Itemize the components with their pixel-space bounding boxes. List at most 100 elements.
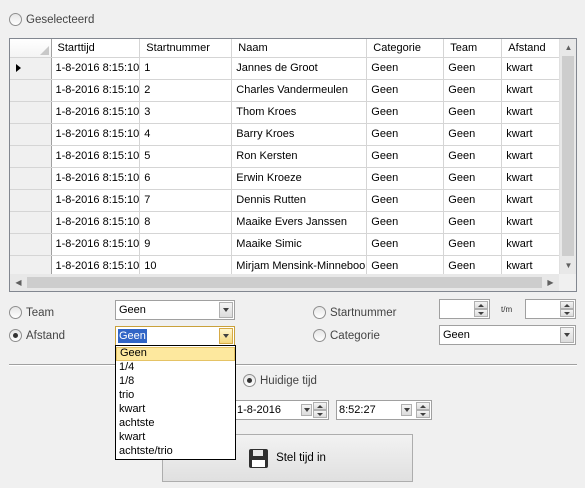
row-header[interactable]: [10, 123, 52, 146]
table-cell[interactable]: Geen: [366, 189, 445, 212]
column-header-naam[interactable]: Naam: [231, 39, 368, 58]
table-cell[interactable]: kwart: [501, 57, 563, 80]
categorie-combobox[interactable]: Geen: [439, 325, 576, 345]
chevron-down-icon[interactable]: [219, 302, 233, 318]
row-header[interactable]: [10, 57, 52, 80]
table-cell[interactable]: 8: [139, 211, 233, 234]
table-cell[interactable]: 1-8-2016 8:15:10: [51, 233, 141, 256]
table-row[interactable]: 1-8-2016 8:15:10 4 Barry Kroes Geen Geen kwar…: [10, 123, 563, 146]
table-cell[interactable]: Charles Vandermeulen: [231, 79, 368, 102]
table-cell[interactable]: 6: [139, 167, 233, 190]
table-row[interactable]: 1-8-2016 8:15:10 7 Dennis Rutten Geen Geen kw…: [10, 189, 563, 212]
date-picker[interactable]: 1-8-2016: [234, 400, 329, 420]
table-cell[interactable]: kwart: [501, 167, 563, 190]
chevron-down-icon[interactable]: [560, 327, 574, 343]
grid-corner-header[interactable]: [10, 39, 52, 58]
table-cell[interactable]: Thom Kroes: [231, 101, 368, 124]
table-cell[interactable]: Geen: [366, 167, 445, 190]
spin-up-icon[interactable]: [560, 301, 574, 309]
table-cell[interactable]: Geen: [443, 57, 503, 80]
table-cell[interactable]: 1-8-2016 8:15:10: [51, 145, 141, 168]
startnummer-to-updown[interactable]: [525, 299, 576, 319]
table-row[interactable]: 1-8-2016 8:15:10 1 Jannes de Groot Geen Geen…: [10, 57, 563, 80]
dropdown-option[interactable]: achtste/trio: [116, 445, 235, 459]
table-cell[interactable]: Geen: [443, 101, 503, 124]
table-cell[interactable]: 1-8-2016 8:15:10: [51, 57, 141, 80]
table-cell[interactable]: 2: [139, 79, 233, 102]
table-cell[interactable]: 1-8-2016 8:15:10: [51, 167, 141, 190]
table-cell[interactable]: kwart: [501, 189, 563, 212]
table-cell[interactable]: 3: [139, 101, 233, 124]
scroll-up-icon[interactable]: ▲: [560, 39, 576, 56]
dropdown-option[interactable]: kwart: [116, 431, 235, 445]
afstand-radio[interactable]: Afstand: [9, 329, 65, 342]
spin-down-icon[interactable]: [474, 309, 488, 317]
row-header[interactable]: [10, 167, 52, 190]
table-row[interactable]: 1-8-2016 8:15:10 3 Thom Kroes Geen Geen kwart: [10, 101, 563, 124]
table-cell[interactable]: Geen: [366, 211, 445, 234]
grid-horizontal-scrollbar[interactable]: ◀ ▶: [10, 274, 576, 291]
column-header-starttijd[interactable]: Starttijd: [51, 39, 141, 58]
grid-vertical-scrollbar[interactable]: ▲ ▼: [559, 39, 576, 274]
table-cell[interactable]: 1-8-2016 8:15:10: [51, 123, 141, 146]
table-cell[interactable]: Jannes de Groot: [231, 57, 368, 80]
table-cell[interactable]: Geen: [366, 57, 445, 80]
table-cell[interactable]: kwart: [501, 101, 563, 124]
table-cell[interactable]: kwart: [501, 79, 563, 102]
spinner[interactable]: [560, 301, 574, 317]
table-cell[interactable]: Geen: [443, 211, 503, 234]
scroll-left-icon[interactable]: ◀: [10, 274, 27, 291]
table-cell[interactable]: kwart: [501, 233, 563, 256]
spin-down-icon[interactable]: [416, 410, 430, 418]
table-cell[interactable]: kwart: [501, 211, 563, 234]
vertical-scroll-thumb[interactable]: [562, 56, 574, 256]
table-cell[interactable]: Maaike Simic: [231, 233, 368, 256]
table-cell[interactable]: Geen: [443, 189, 503, 212]
table-cell[interactable]: Geen: [443, 145, 503, 168]
afstand-dropdown-list[interactable]: Geen 1/4 1/8 trio kwart achtste kwart achtste/t…: [115, 345, 236, 460]
huidige-tijd-radio[interactable]: Huidige tijd: [243, 374, 317, 387]
table-row[interactable]: 1-8-2016 8:15:10 5 Ron Kersten Geen Geen kwar…: [10, 145, 563, 168]
table-cell[interactable]: Barry Kroes: [231, 123, 368, 146]
row-header[interactable]: [10, 79, 52, 102]
row-header[interactable]: [10, 211, 52, 234]
table-cell[interactable]: Maaike Evers Janssen: [231, 211, 368, 234]
time-picker[interactable]: 8:52:27: [336, 400, 432, 420]
table-cell[interactable]: Geen: [366, 233, 445, 256]
table-cell[interactable]: 1-8-2016 8:15:10: [51, 79, 141, 102]
spin-down-icon[interactable]: [560, 309, 574, 317]
date-spinner[interactable]: [313, 402, 327, 418]
spin-up-icon[interactable]: [474, 301, 488, 309]
row-header[interactable]: [10, 101, 52, 124]
afstand-combobox[interactable]: Geen: [115, 326, 235, 346]
team-combobox[interactable]: Geen: [115, 300, 235, 320]
table-cell[interactable]: 1: [139, 57, 233, 80]
table-cell[interactable]: Dennis Rutten: [231, 189, 368, 212]
participants-grid[interactable]: Starttijd Startnummer Naam Categorie Team Afs…: [9, 38, 577, 292]
table-cell[interactable]: Geen: [443, 123, 503, 146]
column-header-startnummer[interactable]: Startnummer: [139, 39, 233, 58]
table-cell[interactable]: Geen: [366, 101, 445, 124]
table-cell[interactable]: Geen: [443, 167, 503, 190]
scroll-down-icon[interactable]: ▼: [560, 257, 576, 274]
column-header-categorie[interactable]: Categorie: [366, 39, 445, 58]
table-cell[interactable]: kwart: [501, 145, 563, 168]
row-header[interactable]: [10, 145, 52, 168]
table-cell[interactable]: 1-8-2016 8:15:10: [51, 211, 141, 234]
table-cell[interactable]: Geen: [366, 79, 445, 102]
table-cell[interactable]: 1-8-2016 8:15:10: [51, 189, 141, 212]
horizontal-scroll-thumb[interactable]: [27, 277, 542, 288]
scroll-right-icon[interactable]: ▶: [542, 274, 559, 291]
dropdown-option[interactable]: 1/4: [116, 361, 235, 375]
table-cell[interactable]: 4: [139, 123, 233, 146]
table-cell[interactable]: Geen: [366, 123, 445, 146]
dropdown-option[interactable]: Geen: [116, 347, 235, 361]
table-cell[interactable]: 7: [139, 189, 233, 212]
startnummer-from-updown[interactable]: [439, 299, 490, 319]
table-cell[interactable]: Geen: [443, 233, 503, 256]
table-cell[interactable]: 1-8-2016 8:15:10: [51, 101, 141, 124]
spin-up-icon[interactable]: [313, 402, 327, 410]
table-cell[interactable]: Erwin Kroeze: [231, 167, 368, 190]
row-header[interactable]: [10, 189, 52, 212]
table-row[interactable]: 1-8-2016 8:15:10 6 Erwin Kroeze Geen Geen kwa…: [10, 167, 563, 190]
